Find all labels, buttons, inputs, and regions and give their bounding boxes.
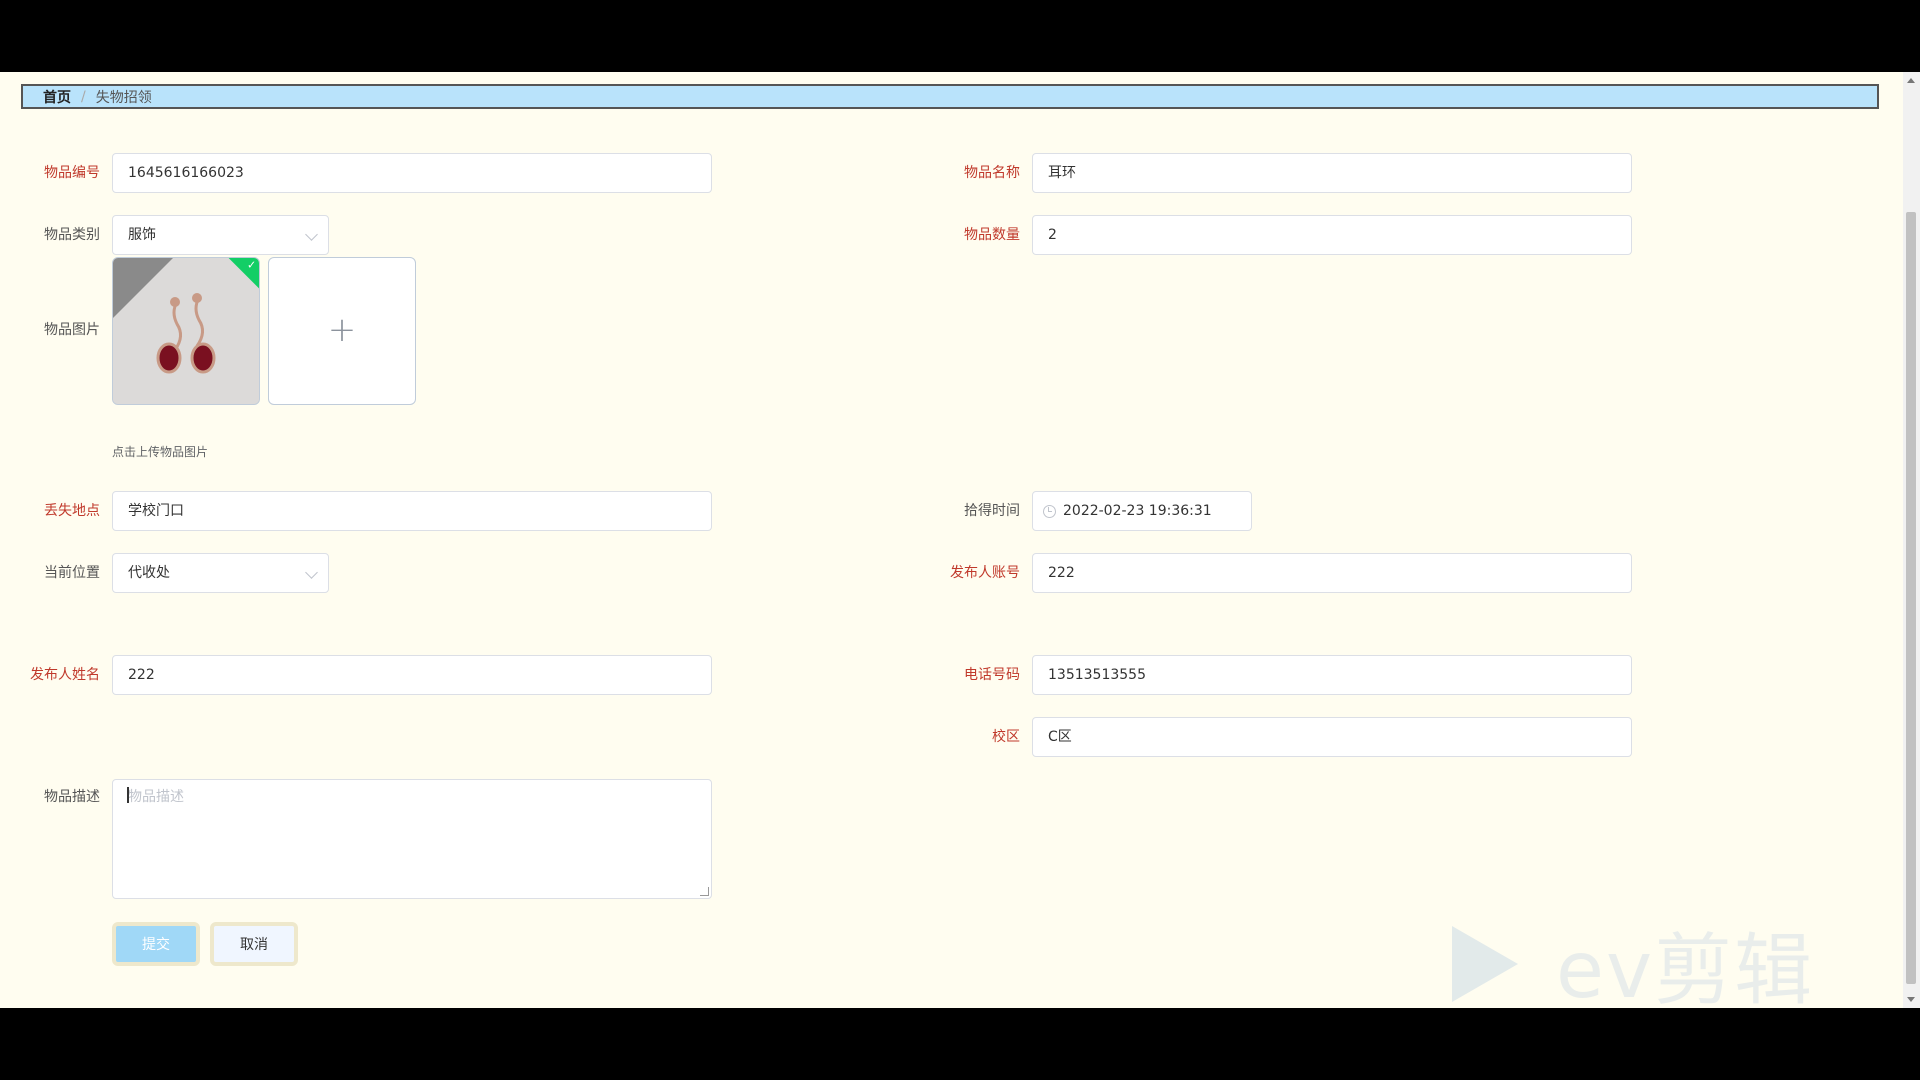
text-caret xyxy=(127,787,129,803)
found-time-label: 拾得时间 xyxy=(964,503,1020,519)
publisher-name-label: 发布人姓名 xyxy=(30,667,100,683)
watermark-text: ev剪辑 xyxy=(1556,926,1815,1008)
scroll-thumb[interactable] xyxy=(1906,212,1916,984)
current-location-value: 代收处 xyxy=(128,565,170,581)
breadcrumb-current: 失物招领 xyxy=(95,89,152,106)
watermark-logo: ev剪辑 xyxy=(1452,908,1814,1008)
category-select[interactable]: 服饰 xyxy=(112,215,329,255)
vertical-scrollbar[interactable] xyxy=(1903,72,1920,1008)
phone-label: 电话号码 xyxy=(964,667,1020,683)
category-label: 物品类别 xyxy=(44,227,100,243)
publisher-account-input[interactable]: 222 xyxy=(1032,553,1632,593)
lost-place-input[interactable]: 学校门口 xyxy=(112,491,712,531)
found-time-picker[interactable]: 2022-02-23 19:36:31 xyxy=(1032,491,1252,531)
scroll-down-icon[interactable] xyxy=(1907,997,1915,1002)
image-upload-tip: 点击上传物品图片 xyxy=(112,445,209,459)
category-value: 服饰 xyxy=(128,227,156,243)
item-no-input[interactable]: 1645616166023 xyxy=(112,153,712,193)
plus-icon: + xyxy=(327,310,357,351)
earring-image xyxy=(113,258,259,404)
chevron-down-icon xyxy=(305,228,318,241)
quantity-label: 物品数量 xyxy=(964,227,1020,243)
cancel-button[interactable]: 取消 xyxy=(210,922,298,966)
current-location-label: 当前位置 xyxy=(44,565,100,581)
breadcrumb: 首页 / 失物招领 xyxy=(21,84,1879,109)
item-no-label: 物品编号 xyxy=(44,165,100,181)
found-time-value: 2022-02-23 19:36:31 xyxy=(1063,503,1212,519)
clock-icon xyxy=(1043,505,1056,518)
description-textarea[interactable]: 物品描述 xyxy=(112,779,712,899)
quantity-input[interactable]: 2 xyxy=(1032,215,1632,255)
campus-label: 校区 xyxy=(992,729,1020,745)
description-placeholder: 物品描述 xyxy=(128,789,184,805)
chevron-down-icon xyxy=(305,566,318,579)
campus-input[interactable]: C区 xyxy=(1032,717,1632,757)
lost-place-label: 丢失地点 xyxy=(44,503,100,519)
scroll-up-icon[interactable] xyxy=(1907,78,1915,83)
publisher-account-label: 发布人账号 xyxy=(950,565,1020,581)
description-label: 物品描述 xyxy=(44,789,100,805)
current-location-select[interactable]: 代收处 xyxy=(112,553,329,593)
image-upload-button[interactable]: + xyxy=(268,257,416,405)
breadcrumb-home[interactable]: 首页 xyxy=(43,87,71,107)
resize-handle-icon[interactable] xyxy=(700,887,709,896)
uploaded-image-thumb[interactable]: ✓ xyxy=(112,257,260,405)
item-name-label: 物品名称 xyxy=(964,165,1020,181)
breadcrumb-separator: / xyxy=(81,88,86,105)
phone-input[interactable]: 13513513555 xyxy=(1032,655,1632,695)
item-name-input[interactable]: 耳环 xyxy=(1032,153,1632,193)
submit-button[interactable]: 提交 xyxy=(112,922,200,966)
page-viewport: 首页 / 失物招领 物品编号 1645616166023 物品名称 耳环 物品类… xyxy=(0,72,1920,1008)
image-label: 物品图片 xyxy=(44,322,100,338)
publisher-name-input[interactable]: 222 xyxy=(112,655,712,695)
play-icon xyxy=(1452,926,1518,1002)
